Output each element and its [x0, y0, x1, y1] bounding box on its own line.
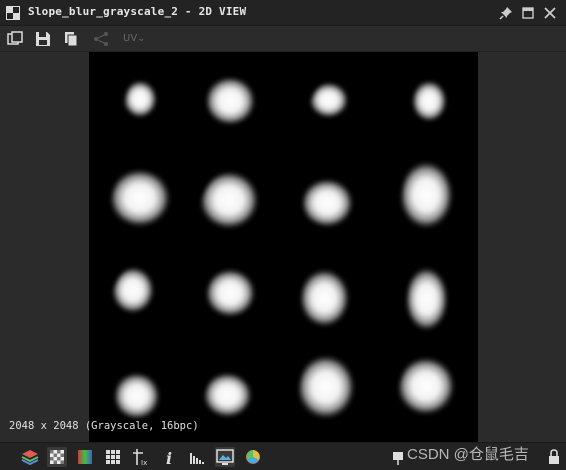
- copy-icon[interactable]: [62, 30, 80, 48]
- close-icon[interactable]: [542, 5, 558, 21]
- image-viewport[interactable]: 2048 x 2048 (Grayscale, 16bpc): [0, 52, 566, 442]
- resolution-label: 2048 x 2048 (Grayscale, 16bpc): [9, 420, 199, 432]
- blob: [114, 371, 164, 421]
- uv-dropdown: UV⌄: [123, 33, 146, 44]
- blob: [206, 75, 260, 127]
- window-titlebar: Slope_blur_grayscale_2 - 2D VIEW: [0, 0, 566, 26]
- layers-icon[interactable]: [20, 447, 40, 467]
- blob: [204, 371, 256, 419]
- blob: [302, 177, 358, 229]
- watermark-text: CSDN @仓鼠毛吉: [407, 446, 529, 463]
- lock-icon[interactable]: [544, 447, 564, 467]
- save-icon[interactable]: [34, 30, 52, 48]
- export-icon[interactable]: [6, 30, 24, 48]
- color-wheel-icon[interactable]: [243, 447, 263, 467]
- pin-window-icon[interactable]: [498, 5, 514, 21]
- blob: [110, 168, 175, 228]
- share-icon: [94, 32, 108, 46]
- pin-icon[interactable]: [388, 447, 408, 467]
- texture-canvas: [89, 52, 478, 442]
- info-icon[interactable]: i: [159, 447, 179, 467]
- svg-text:i: i: [166, 449, 172, 467]
- svg-text:Ix: Ix: [141, 459, 147, 467]
- graph-icon: [6, 6, 20, 20]
- window-title: Slope_blur_grayscale_2 - 2D VIEW: [28, 5, 247, 18]
- tile-icon[interactable]: [103, 447, 123, 467]
- pixel-info-icon[interactable]: Ix: [131, 447, 151, 467]
- color-icon[interactable]: [75, 447, 95, 467]
- histogram-icon[interactable]: [187, 447, 207, 467]
- transparency-icon[interactable]: [47, 447, 67, 467]
- viewer-toolbar: UV⌄: [0, 26, 566, 52]
- view-icon[interactable]: [215, 447, 235, 467]
- maximize-icon[interactable]: [520, 5, 536, 21]
